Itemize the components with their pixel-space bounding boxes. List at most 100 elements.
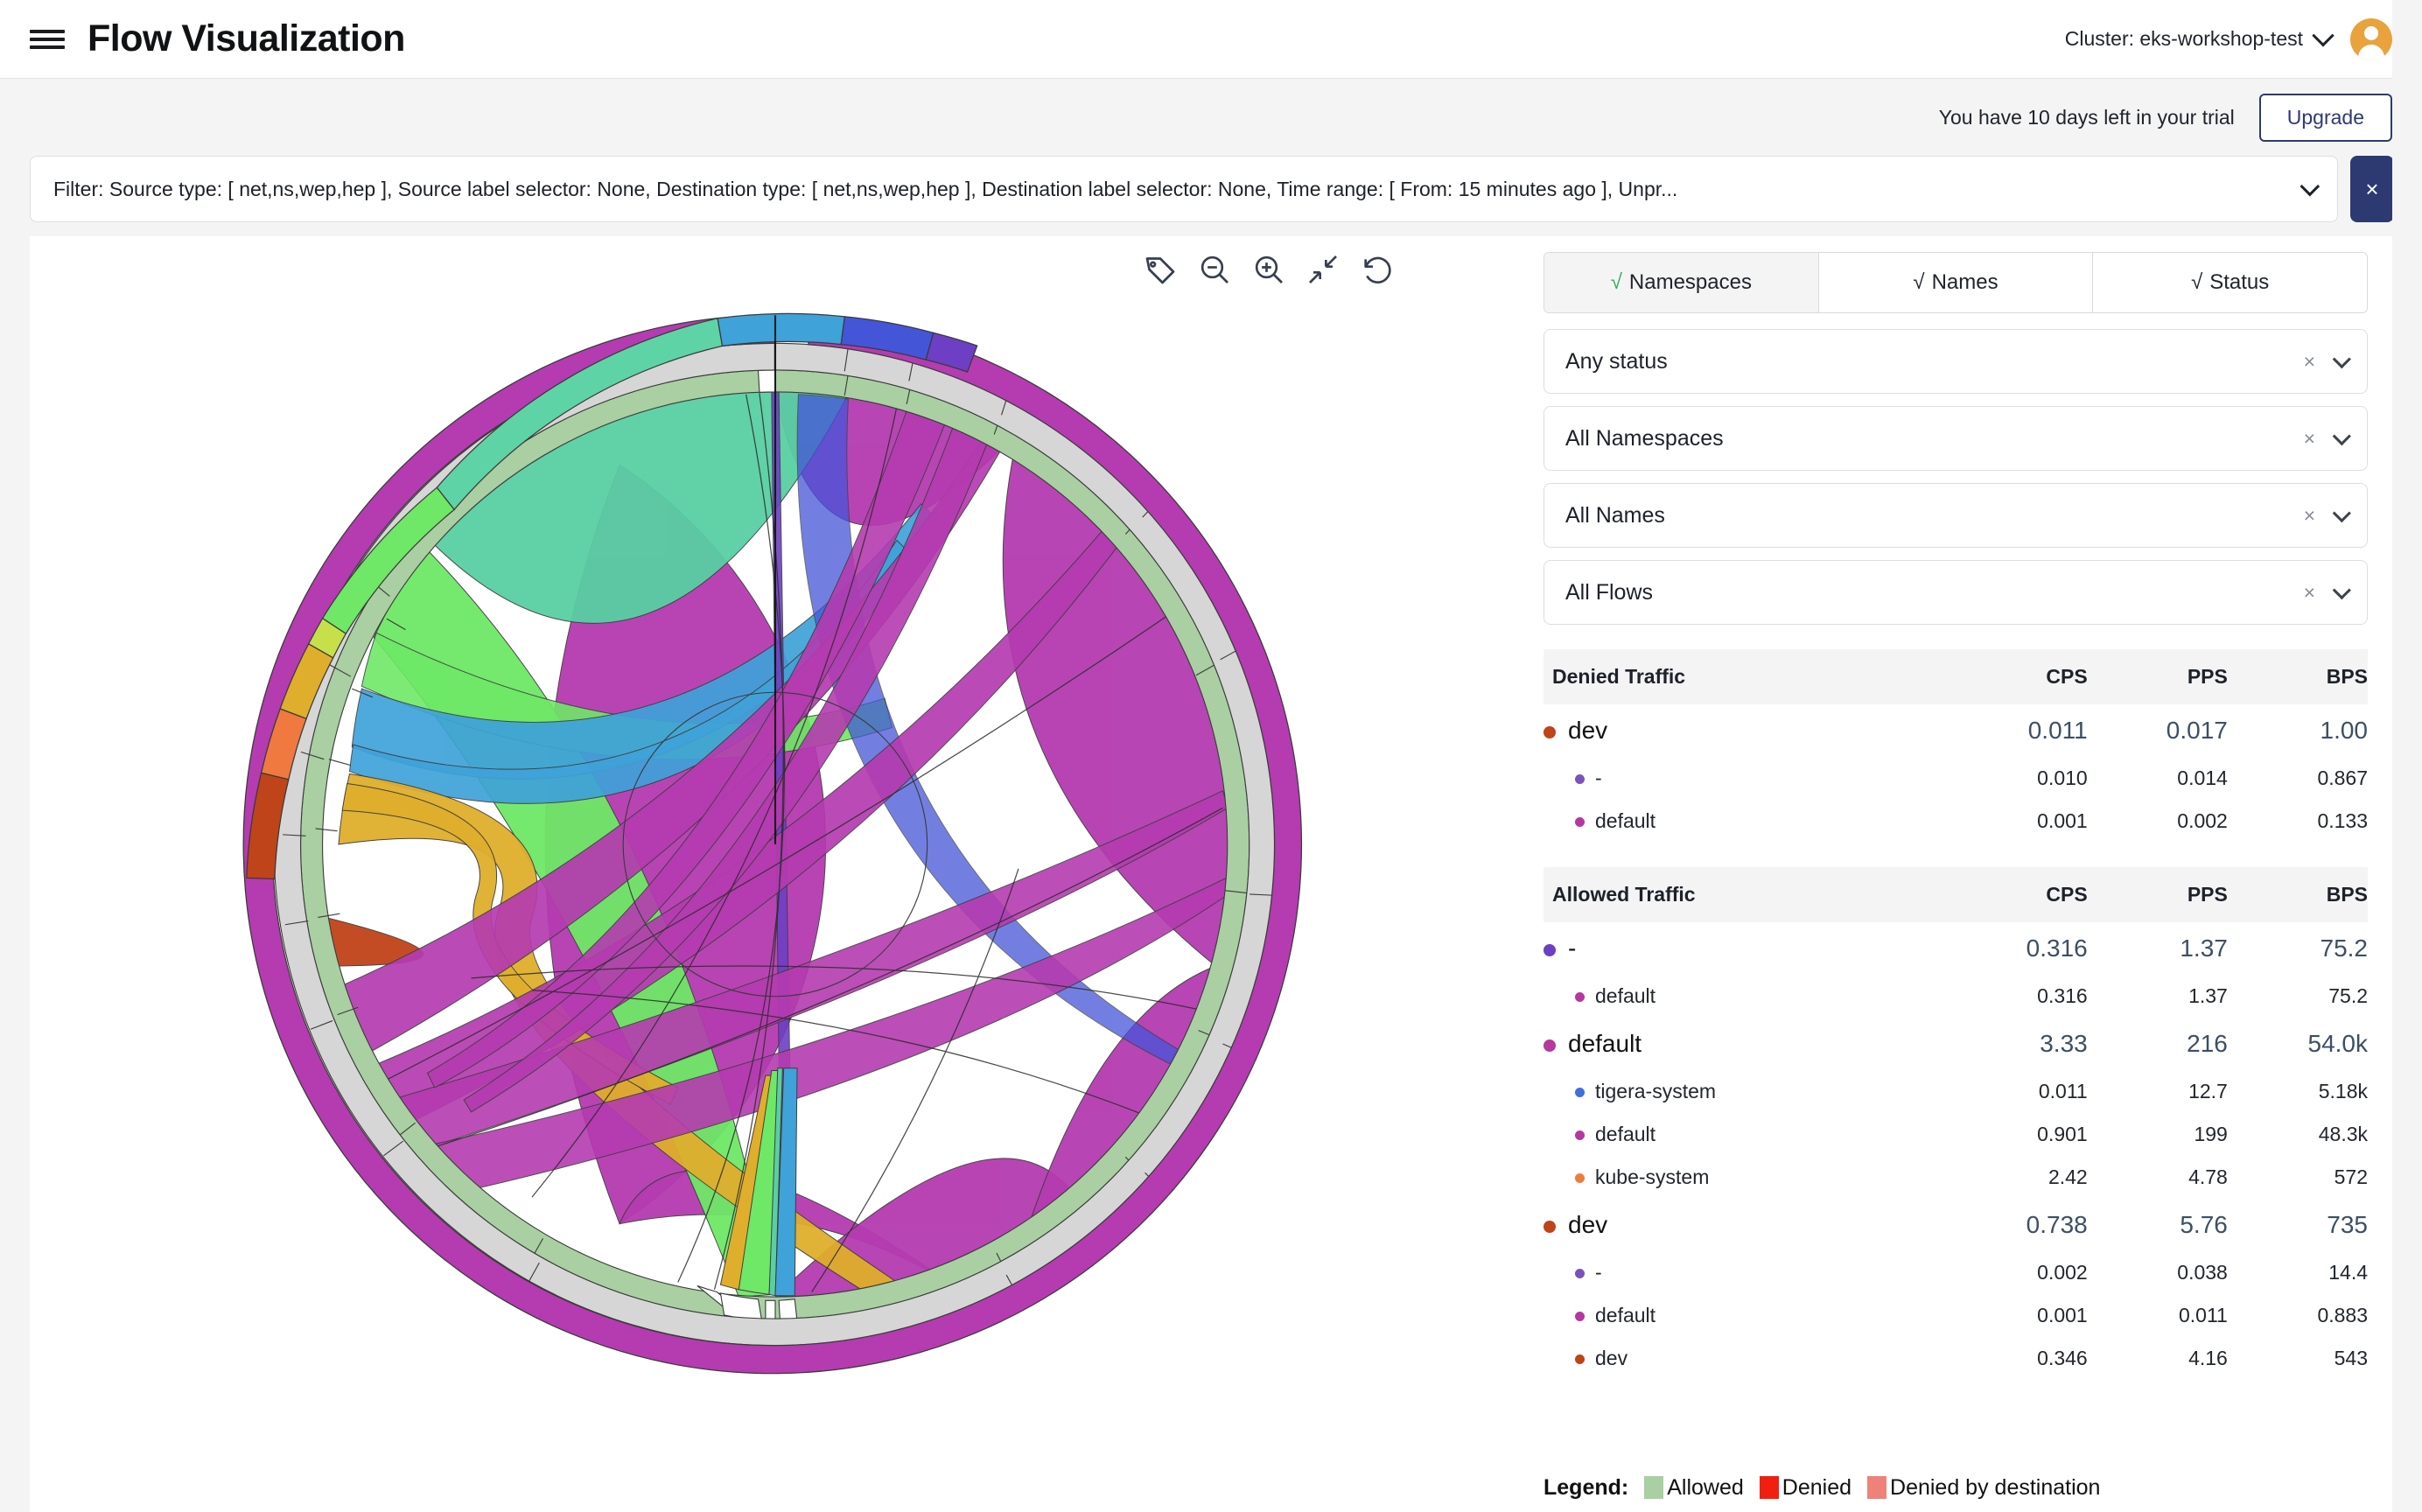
legend-swatch xyxy=(1760,1476,1779,1499)
row-pps-cell: 1.37 xyxy=(2088,922,2228,975)
row-bps-cell: 1.00 xyxy=(2228,704,2368,757)
select-status[interactable]: Any status × xyxy=(1544,329,2368,394)
row-cps-cell: 0.316 xyxy=(1939,975,2088,1018)
table-row[interactable]: tigera-system0.01112.75.18k xyxy=(1544,1070,2368,1113)
table-row[interactable]: default0.0010.0110.883 xyxy=(1544,1294,2368,1337)
chart-toolbar xyxy=(1143,252,1395,287)
status-dot-icon xyxy=(1575,1088,1585,1097)
table-spacer xyxy=(1544,843,2368,867)
table-row[interactable]: -0.3161.3775.2 xyxy=(1544,922,2368,975)
status-dot-icon xyxy=(1575,1354,1585,1364)
zoom-out-icon[interactable] xyxy=(1197,252,1232,287)
row-bps-cell: 735 xyxy=(2228,1199,2368,1251)
row-pps-cell: 216 xyxy=(2088,1018,2228,1070)
row-name-cell: kube-system xyxy=(1544,1156,1939,1199)
row-name-cell: - xyxy=(1544,757,1939,800)
row-bps-cell: 0.133 xyxy=(2228,800,2368,843)
tag-icon[interactable] xyxy=(1143,252,1178,287)
denied-col-pps: PPS xyxy=(2088,649,2228,704)
legend-item: Allowed xyxy=(1644,1475,1744,1501)
allowed-traffic-table: Allowed Traffic CPS PPS BPS -0.3161.3775… xyxy=(1544,867,2368,1380)
row-name-label: - xyxy=(1595,1261,1602,1284)
upgrade-button[interactable]: Upgrade xyxy=(2259,94,2392,142)
chord-diagram[interactable] xyxy=(110,236,1440,1452)
status-dot-icon xyxy=(1575,774,1585,784)
clear-icon[interactable]: × xyxy=(2304,581,2315,605)
clear-icon[interactable]: × xyxy=(2304,350,2315,374)
filter-summary-text: Filter: Source type: [ net,ns,wep,hep ],… xyxy=(53,178,2285,201)
fit-to-screen-icon[interactable] xyxy=(1306,252,1340,287)
row-name-cell: tigera-system xyxy=(1544,1070,1939,1113)
tab-namespaces-label: Namespaces xyxy=(1629,270,1752,294)
row-bps-cell: 75.2 xyxy=(2228,922,2368,975)
table-row[interactable]: -0.0100.0140.867 xyxy=(1544,757,2368,800)
table-header-row: Allowed Traffic CPS PPS BPS xyxy=(1544,867,2368,922)
trial-bar: You have 10 days left in your trial Upgr… xyxy=(0,79,2422,156)
row-bps-cell: 5.18k xyxy=(2228,1070,2368,1113)
chevron-down-icon xyxy=(2333,581,2351,599)
table-row[interactable]: kube-system2.424.78572 xyxy=(1544,1156,2368,1199)
right-rail xyxy=(2392,0,2422,1512)
row-cps-cell: 0.002 xyxy=(1939,1251,2088,1294)
row-bps-cell: 0.883 xyxy=(2228,1294,2368,1337)
top-bar: Flow Visualization Cluster: eks-workshop… xyxy=(0,0,2422,79)
select-names[interactable]: All Names × xyxy=(1544,483,2368,548)
main-body: √Namespaces √Names √Status Any status × … xyxy=(0,236,2422,1512)
table-row[interactable]: -0.0020.03814.4 xyxy=(1544,1251,2368,1294)
select-status-value: Any status xyxy=(1565,349,2304,374)
clear-icon[interactable]: × xyxy=(2304,427,2315,451)
allowed-title: Allowed Traffic xyxy=(1544,867,1939,922)
table-row[interactable]: dev0.0110.0171.00 xyxy=(1544,704,2368,757)
table-row[interactable]: dev0.3464.16543 xyxy=(1544,1337,2368,1380)
reset-icon[interactable] xyxy=(1360,252,1395,287)
row-name-cell: default xyxy=(1544,800,1939,843)
clear-filter-button[interactable]: × xyxy=(2350,156,2394,222)
status-dot-icon xyxy=(1544,944,1556,956)
chord-svg[interactable] xyxy=(110,236,1440,1452)
status-dot-icon xyxy=(1544,726,1556,738)
check-icon: √ xyxy=(2191,270,2202,294)
row-name-label: default xyxy=(1595,1123,1656,1145)
row-pps-cell: 199 xyxy=(2088,1113,2228,1156)
avatar[interactable] xyxy=(2350,18,2392,60)
status-dot-icon xyxy=(1575,1312,1585,1321)
table-row[interactable]: default0.0010.0020.133 xyxy=(1544,800,2368,843)
clear-icon[interactable]: × xyxy=(2304,504,2315,528)
table-row[interactable]: default0.3161.3775.2 xyxy=(1544,975,2368,1018)
hamburger-icon[interactable] xyxy=(30,26,65,52)
table-row[interactable]: dev0.7385.76735 xyxy=(1544,1199,2368,1251)
row-pps-cell: 0.017 xyxy=(2088,704,2228,757)
select-flows[interactable]: All Flows × xyxy=(1544,560,2368,625)
table-row[interactable]: default3.3321654.0k xyxy=(1544,1018,2368,1070)
row-cps-cell: 0.001 xyxy=(1939,800,2088,843)
select-names-value: All Names xyxy=(1565,503,2304,528)
legend-item: Denied xyxy=(1760,1475,1852,1501)
row-name-cell: default xyxy=(1544,1113,1939,1156)
chevron-down-icon xyxy=(2333,504,2351,522)
row-name-label: default xyxy=(1595,809,1656,832)
filter-tabs: √Namespaces √Names √Status xyxy=(1544,252,2368,313)
zoom-in-icon[interactable] xyxy=(1251,252,1286,287)
tab-status[interactable]: √Status xyxy=(2093,253,2367,312)
select-namespaces[interactable]: All Namespaces × xyxy=(1544,406,2368,471)
table-row[interactable]: default0.90119948.3k xyxy=(1544,1113,2368,1156)
filter-dropdown[interactable]: Filter: Source type: [ net,ns,wep,hep ],… xyxy=(30,156,2338,222)
check-icon: √ xyxy=(1913,270,1924,294)
row-name-label: dev xyxy=(1568,717,1607,744)
chart-panel xyxy=(30,236,1519,1512)
filter-bar: Filter: Source type: [ net,ns,wep,hep ],… xyxy=(0,156,2422,222)
row-cps-cell: 0.316 xyxy=(1939,922,2088,975)
select-flows-value: All Flows xyxy=(1565,580,2304,606)
row-cps-cell: 3.33 xyxy=(1939,1018,2088,1070)
status-dot-icon xyxy=(1544,1040,1556,1052)
row-bps-cell: 14.4 xyxy=(2228,1251,2368,1294)
row-name-cell: dev xyxy=(1544,1337,1939,1380)
denied-col-cps: CPS xyxy=(1939,649,2088,704)
side-panel: √Namespaces √Names √Status Any status × … xyxy=(1519,236,2392,1512)
legend-title: Legend: xyxy=(1544,1475,1628,1501)
tab-names[interactable]: √Names xyxy=(1819,253,2094,312)
tab-namespaces[interactable]: √Namespaces xyxy=(1544,253,1819,312)
cluster-selector[interactable]: Cluster: eks-workshop-test xyxy=(2065,27,2331,51)
row-name-label: default xyxy=(1568,1030,1642,1057)
status-dot-icon xyxy=(1575,1269,1585,1278)
